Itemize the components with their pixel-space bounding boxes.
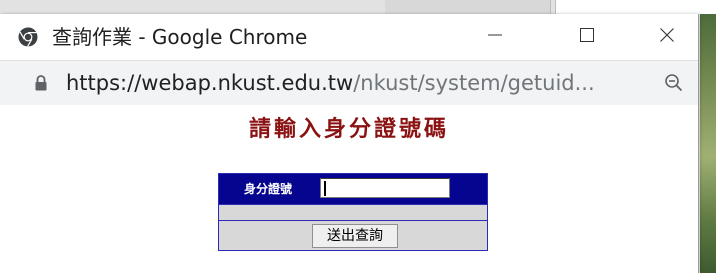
- minimize-button[interactable]: [466, 14, 524, 60]
- chrome-icon: [18, 27, 38, 47]
- address-bar[interactable]: https://webap.nkust.edu.tw/nkust/system/…: [0, 60, 698, 106]
- minimize-icon: [487, 27, 503, 47]
- submit-row: 送出查詢: [219, 221, 487, 250]
- maximize-button[interactable]: [558, 14, 616, 60]
- url-host: https://webap.nkust.edu.tw: [66, 71, 354, 95]
- close-icon: [659, 27, 675, 47]
- page-content: 請輸入身分證號碼 身分證號 送出查詢: [0, 105, 698, 273]
- id-input-row: 身分證號: [219, 174, 487, 204]
- text-caret: [324, 181, 326, 196]
- lock-icon[interactable]: [34, 74, 48, 92]
- window-title: 查詢作業 - Google Chrome: [52, 25, 308, 49]
- zoom-icon[interactable]: [664, 73, 684, 93]
- background-image-strip: [700, 14, 716, 273]
- chrome-popup-window: 查詢作業 - Google Chrome https://webap.nkust…: [0, 14, 699, 273]
- background-tab: [555, 0, 716, 14]
- id-query-form: 身分證號 送出查詢: [218, 173, 488, 251]
- id-field-label: 身分證號: [243, 182, 292, 196]
- page-heading: 請輸入身分證號碼: [248, 116, 449, 142]
- form-spacer-row: [219, 205, 487, 220]
- id-number-input[interactable]: [320, 178, 450, 198]
- close-button[interactable]: [638, 14, 696, 60]
- submit-query-button[interactable]: 送出查詢: [312, 224, 398, 248]
- maximize-icon: [579, 27, 595, 47]
- title-bar[interactable]: 查詢作業 - Google Chrome: [0, 14, 698, 60]
- url-text[interactable]: https://webap.nkust.edu.tw/nkust/system/…: [66, 70, 595, 96]
- url-path: /nkust/system/getuid...: [353, 71, 595, 95]
- background-tab: [385, 0, 551, 14]
